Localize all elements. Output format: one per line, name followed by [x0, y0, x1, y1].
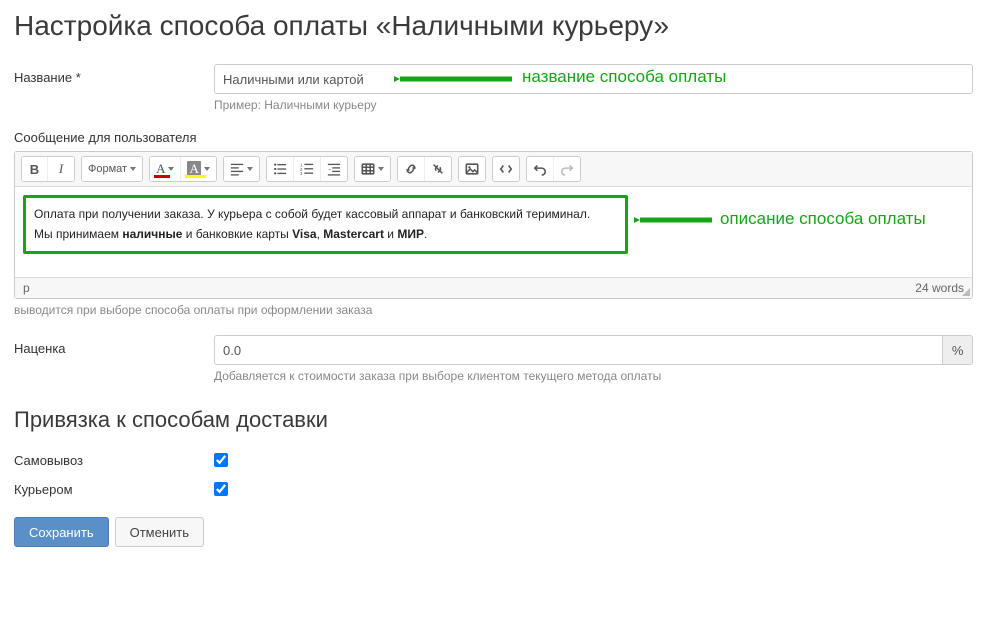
- table-button[interactable]: [355, 157, 390, 181]
- editor-toolbar: B I Формат A A 123: [15, 152, 972, 187]
- format-dropdown[interactable]: Формат: [82, 157, 142, 181]
- bg-color-button[interactable]: A: [181, 157, 215, 181]
- percent-addon: %: [942, 335, 973, 365]
- bold-button[interactable]: B: [22, 157, 48, 181]
- annotation-desc: описание способа оплаты: [720, 209, 926, 229]
- editor-content-highlight: Оплата при получении заказа. У курьера с…: [23, 195, 628, 254]
- delivery-option2-checkbox[interactable]: [214, 482, 228, 496]
- undo-button[interactable]: [527, 157, 554, 181]
- cancel-button[interactable]: Отменить: [115, 517, 204, 547]
- unlink-button[interactable]: [425, 157, 451, 181]
- delivery-heading: Привязка к способам доставки: [14, 407, 973, 433]
- italic-button[interactable]: I: [48, 157, 74, 181]
- editor-statusbar: p 24 words: [15, 277, 972, 298]
- redo-button[interactable]: [554, 157, 580, 181]
- editor-line1: Оплата при получении заказа. У курьера с…: [34, 204, 617, 224]
- number-list-button[interactable]: 123: [294, 157, 321, 181]
- source-button[interactable]: [493, 157, 519, 181]
- editor-body[interactable]: Оплата при получении заказа. У курьера с…: [15, 187, 972, 277]
- delivery-option1-checkbox[interactable]: [214, 453, 228, 467]
- align-left-button[interactable]: [224, 157, 259, 181]
- bullet-list-button[interactable]: [267, 157, 294, 181]
- outdent-button[interactable]: [321, 157, 347, 181]
- svg-text:3: 3: [300, 171, 303, 176]
- save-button[interactable]: Сохранить: [14, 517, 109, 547]
- markup-input[interactable]: [214, 335, 942, 365]
- text-color-button[interactable]: A: [150, 157, 181, 181]
- editor-path: p: [23, 281, 30, 295]
- arrow-icon: [634, 211, 714, 229]
- message-label: Сообщение для пользователя: [14, 130, 973, 145]
- message-hint: выводится при выборе способа оплаты при …: [14, 303, 973, 317]
- page-title: Настройка способа оплаты «Наличными курь…: [14, 10, 973, 42]
- image-button[interactable]: [459, 157, 485, 181]
- arrow-icon: [394, 70, 514, 88]
- name-hint: Пример: Наличными курьеру: [214, 98, 973, 112]
- editor-line2: Мы принимаем наличные и банковкие карты …: [34, 224, 617, 244]
- name-label: Название *: [14, 64, 214, 85]
- resize-grip-icon[interactable]: [960, 286, 970, 296]
- markup-hint: Добавляется к стоимости заказа при выбор…: [214, 369, 973, 383]
- delivery-option1-label: Самовывоз: [14, 447, 214, 468]
- markup-label: Наценка: [14, 335, 214, 356]
- annotation-name: название способа оплаты: [522, 67, 726, 87]
- link-button[interactable]: [398, 157, 425, 181]
- delivery-option2-label: Курьером: [14, 476, 214, 497]
- editor-wordcount: 24 words: [915, 281, 964, 295]
